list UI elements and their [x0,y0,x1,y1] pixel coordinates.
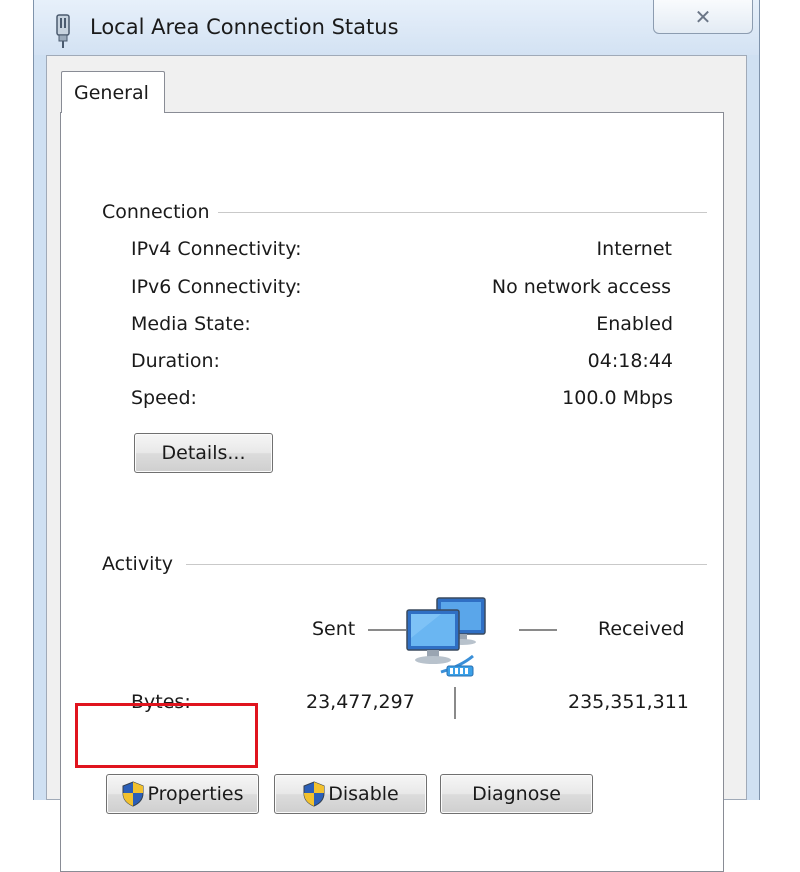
bytes-received-value: 235,351,311 [568,691,689,713]
dialog-body: General Connection IPv4 Connectivity: In… [46,55,747,872]
ipv4-value: Internet [596,238,672,260]
disable-button-label: Disable [328,783,399,805]
bytes-sent-value: 23,477,297 [306,691,415,713]
general-panel: Connection IPv4 Connectivity: Internet I… [60,112,724,872]
properties-button[interactable]: Properties [106,774,259,814]
activity-group-label: Activity [102,553,182,575]
media-state-label: Media State: [131,313,251,335]
received-label: Received [598,618,685,640]
uac-shield-icon [122,781,144,807]
diagnose-button[interactable]: Diagnose [440,774,593,814]
properties-button-label: Properties [147,783,244,805]
network-computers-icon [406,597,486,677]
ipv6-value: No network access [491,276,671,298]
connection-group-line [211,212,707,213]
activity-group-line [186,564,707,565]
speed-label: Speed: [131,387,197,409]
ipv4-label: IPv4 Connectivity: [131,238,302,260]
media-state-value: Enabled [596,313,673,335]
window-title: Local Area Connection Status [90,15,399,39]
uac-shield-icon [303,781,325,807]
tab-general[interactable]: General [61,71,165,113]
received-dash [519,629,557,631]
title-bar[interactable]: Local Area Connection Status ✕ [34,0,759,55]
connection-group-label: Connection [102,201,218,223]
ipv6-label: IPv6 Connectivity: [131,276,302,298]
duration-label: Duration: [131,350,220,372]
details-button[interactable]: Details... [134,433,273,473]
disable-button[interactable]: Disable [274,774,427,814]
close-icon: ✕ [694,4,712,29]
bytes-label: Bytes: [131,691,191,713]
dialog-window: Local Area Connection Status ✕ General C… [33,0,760,872]
sent-label: Sent [312,618,356,640]
activity-divider [454,687,456,719]
close-button[interactable]: ✕ [653,0,753,34]
duration-value: 04:18:44 [587,350,673,372]
network-adapter-icon [56,14,70,48]
speed-value: 100.0 Mbps [562,387,673,409]
